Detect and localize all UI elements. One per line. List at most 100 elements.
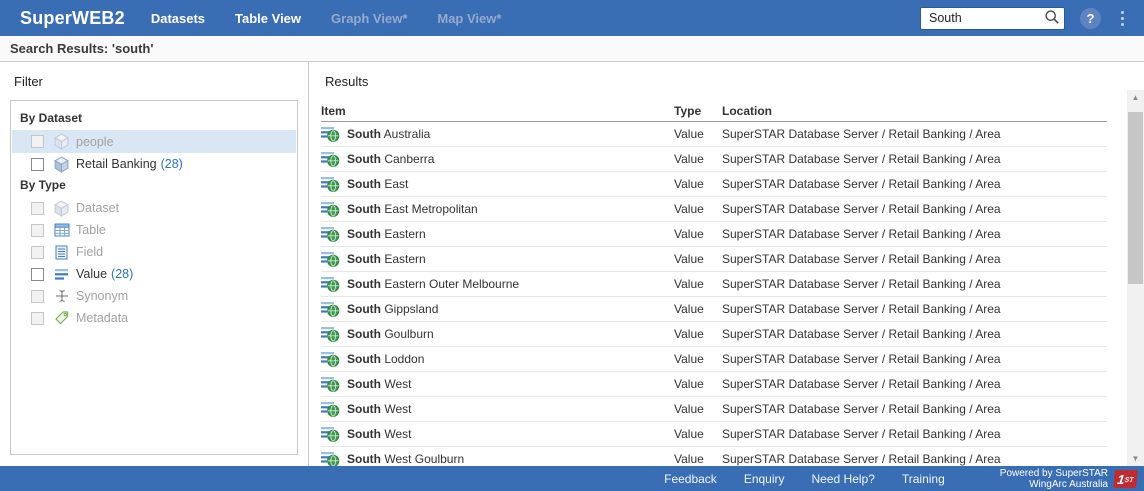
location-cell: SuperSTAR Database Server / Retail Banki… xyxy=(722,252,1107,266)
filter-item-table: Table xyxy=(12,219,296,241)
cube-icon xyxy=(53,133,70,150)
checkbox-value[interactable] xyxy=(31,268,44,281)
search-button[interactable] xyxy=(1042,9,1062,28)
table-row[interactable]: South EasternValueSuperSTAR Database Ser… xyxy=(321,247,1107,272)
item-rest-text: Goulburn xyxy=(381,327,434,341)
navbar-right: ? xyxy=(920,7,1134,30)
table-row[interactable]: South EasternValueSuperSTAR Database Ser… xyxy=(321,222,1107,247)
footer-link-feedback[interactable]: Feedback xyxy=(664,472,717,486)
type-cell: Value xyxy=(674,277,722,291)
table-row[interactable]: South GoulburnValueSuperSTAR Database Se… xyxy=(321,322,1107,347)
cube-icon xyxy=(53,200,70,217)
filter-item-field: Field xyxy=(12,241,296,263)
value-icon xyxy=(53,266,70,283)
checkbox-metadata xyxy=(31,312,44,325)
type-cell: Value xyxy=(674,127,722,141)
item-match-text: South xyxy=(347,152,381,166)
page-header: Search Results: 'south' xyxy=(0,36,1144,62)
tab-graph-view: Graph View* xyxy=(331,11,407,26)
filter-item-value[interactable]: Value(28) xyxy=(12,263,296,285)
top-navbar: SuperWEB2 DatasetsTable ViewGraph View*M… xyxy=(0,0,1144,36)
table-row[interactable]: South CanberraValueSuperSTAR Database Se… xyxy=(321,147,1107,172)
item-cell: South Canberra xyxy=(321,151,674,167)
location-cell: SuperSTAR Database Server / Retail Banki… xyxy=(722,452,1107,466)
item-name: South Eastern xyxy=(347,227,426,241)
item-name: South Australia xyxy=(347,127,430,141)
navbar-tabs: DatasetsTable ViewGraph View*Map View* xyxy=(151,11,502,26)
table-row[interactable]: South EastValueSuperSTAR Database Server… xyxy=(321,172,1107,197)
item-cell: South Gippsland xyxy=(321,301,674,317)
item-match-text: South xyxy=(347,352,381,366)
item-rest-text: West xyxy=(381,427,411,441)
filter-item-label: Dataset xyxy=(76,201,119,215)
column-header-type[interactable]: Type xyxy=(674,104,722,118)
table-row[interactable]: South WestValueSuperSTAR Database Server… xyxy=(321,422,1107,447)
table-row[interactable]: South LoddonValueSuperSTAR Database Serv… xyxy=(321,347,1107,372)
app-brand: SuperWEB2 xyxy=(20,8,125,29)
filter-item-people: people xyxy=(12,130,296,153)
item-match-text: South xyxy=(347,277,381,291)
item-cell: South Goulburn xyxy=(321,326,674,342)
tab-table-view[interactable]: Table View xyxy=(235,11,301,26)
table-icon xyxy=(53,222,70,239)
type-cell: Value xyxy=(674,252,722,266)
table-row[interactable]: South Eastern Outer MelbourneValueSuperS… xyxy=(321,272,1107,297)
filter-item-label: Field xyxy=(76,245,103,259)
item-cell: South Loddon xyxy=(321,351,674,367)
filter-item-retail-banking[interactable]: Retail Banking(28) xyxy=(12,153,296,175)
checkbox-people xyxy=(31,135,44,148)
location-cell: SuperSTAR Database Server / Retail Banki… xyxy=(722,302,1107,316)
item-name: South Gippsland xyxy=(347,302,438,316)
value-globe-icon xyxy=(321,301,340,317)
item-cell: South West Goulburn xyxy=(321,451,674,466)
filter-item-count: (28) xyxy=(161,157,183,171)
help-icon: ? xyxy=(1087,11,1095,26)
column-header-item[interactable]: Item xyxy=(321,104,674,118)
table-row[interactable]: South West GoulburnValueSuperSTAR Databa… xyxy=(321,447,1107,466)
help-button[interactable]: ? xyxy=(1080,8,1101,29)
table-row[interactable]: South WestValueSuperSTAR Database Server… xyxy=(321,372,1107,397)
item-cell: South West xyxy=(321,376,674,392)
item-name: South Canberra xyxy=(347,152,434,166)
item-cell: South East xyxy=(321,176,674,192)
tag-icon xyxy=(53,310,70,327)
scroll-up-icon[interactable]: ▲ xyxy=(1127,90,1144,105)
tab-datasets[interactable]: Datasets xyxy=(151,11,205,26)
scrollbar-thumb[interactable] xyxy=(1128,112,1143,284)
value-globe-icon xyxy=(321,251,340,267)
location-cell: SuperSTAR Database Server / Retail Banki… xyxy=(722,352,1107,366)
results-scrollbar[interactable]: ▲ ▼ xyxy=(1127,90,1144,466)
item-name: South East Metropolitan xyxy=(347,202,478,216)
item-match-text: South xyxy=(347,177,381,191)
table-row[interactable]: South East MetropolitanValueSuperSTAR Da… xyxy=(321,197,1107,222)
footer-link-enquiry[interactable]: Enquiry xyxy=(744,472,785,486)
table-row[interactable]: South AustraliaValueSuperSTAR Database S… xyxy=(321,122,1107,147)
location-cell: SuperSTAR Database Server / Retail Banki… xyxy=(722,227,1107,241)
filter-group-label-by-dataset: By Dataset xyxy=(12,108,296,130)
filter-item-label: people xyxy=(76,135,114,149)
type-cell: Value xyxy=(674,427,722,441)
footer-link-training[interactable]: Training xyxy=(902,472,945,486)
filter-box: By Dataset people Retail Banking(28)By T… xyxy=(10,100,298,455)
item-rest-text: Eastern Outer Melbourne xyxy=(381,277,519,291)
item-cell: South West xyxy=(321,401,674,417)
item-rest-text: West xyxy=(381,402,411,416)
checkbox-field xyxy=(31,246,44,259)
item-match-text: South xyxy=(347,327,381,341)
column-header-location[interactable]: Location xyxy=(722,104,1107,118)
overflow-menu-icon[interactable] xyxy=(1119,9,1126,28)
results-panel: Results Item Type Location South Austral… xyxy=(309,62,1144,466)
checkbox-retail-banking[interactable] xyxy=(31,158,44,171)
filter-group-label-by-type: By Type xyxy=(12,175,296,197)
filter-item-label: Table xyxy=(76,223,106,237)
item-name: South Goulburn xyxy=(347,327,434,341)
value-globe-icon xyxy=(321,176,340,192)
footer-link-need-help[interactable]: Need Help? xyxy=(812,472,875,486)
table-row[interactable]: South GippslandValueSuperSTAR Database S… xyxy=(321,297,1107,322)
value-globe-icon xyxy=(321,401,340,417)
item-rest-text: Gippsland xyxy=(381,302,438,316)
table-row[interactable]: South WestValueSuperSTAR Database Server… xyxy=(321,397,1107,422)
location-cell: SuperSTAR Database Server / Retail Banki… xyxy=(722,202,1107,216)
value-globe-icon xyxy=(321,451,340,466)
scroll-down-icon[interactable]: ▼ xyxy=(1127,451,1144,466)
